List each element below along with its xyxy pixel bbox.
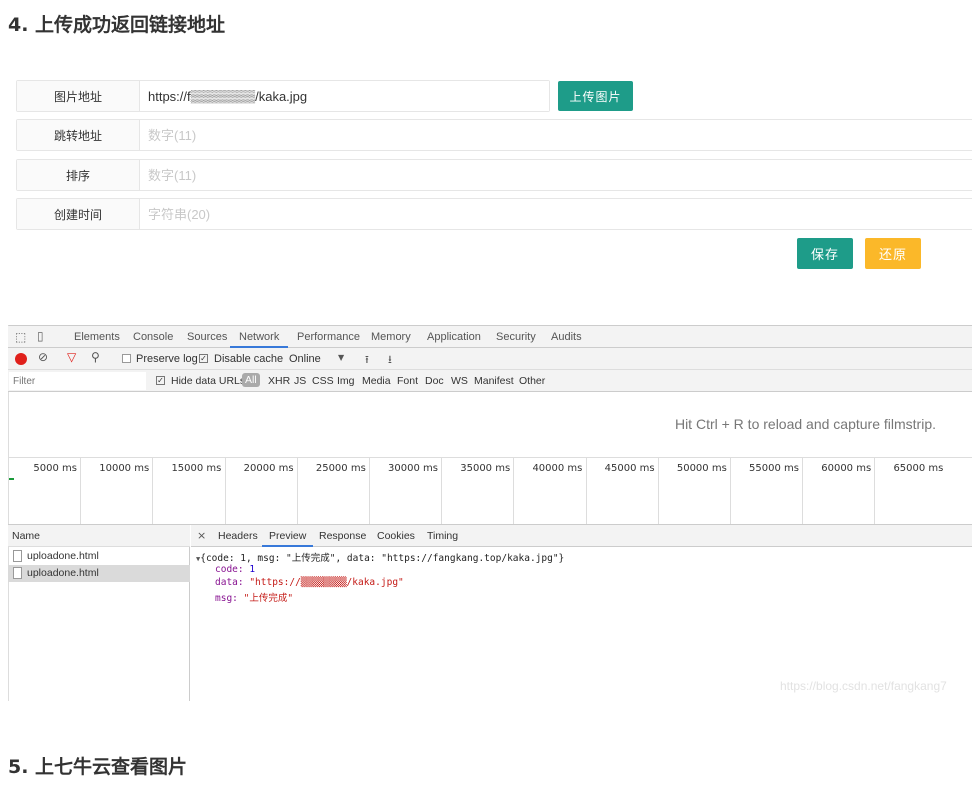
timeline-tick: 5000 ms [8,457,80,524]
tab-memory[interactable]: Memory [371,326,411,348]
export-har-icon[interactable]: ⭳ [388,351,392,370]
request-row-selected[interactable]: uploadone.html [8,565,190,582]
jump-url-input[interactable] [140,120,972,150]
preview-summary[interactable]: ▼{code: 1, msg: "上传完成", data: "https://f… [196,550,564,564]
detail-tab-headers[interactable]: Headers [218,530,258,542]
timeline-tick-label: 55000 ms [749,463,799,474]
filter-icon[interactable]: ▽ [67,350,76,364]
type-filter-font[interactable]: Font [397,375,418,387]
timeline-tick-label: 25000 ms [315,463,366,474]
preserve-log-checkbox[interactable] [122,354,131,363]
form-row-jump-url: 跳转地址 [16,119,972,151]
type-filter-ws[interactable]: WS [451,375,468,387]
close-icon[interactable]: × [197,529,206,542]
type-filter-xhr[interactable]: XHR [268,375,290,387]
type-filter-other[interactable]: Other [519,375,545,387]
preview-msg: msg: "上传完成" [215,593,294,604]
tab-elements[interactable]: Elements [74,326,120,348]
request-name: uploadone.html [27,567,99,579]
image-url-input[interactable] [140,81,549,111]
disable-cache-label: Disable cache [214,353,284,365]
form-row-created-time: 创建时间 [16,198,972,230]
timeline-tick: 10000 ms [80,457,152,524]
sort-input[interactable] [140,160,972,190]
disable-cache-checkbox[interactable]: ✓ [199,354,208,363]
record-icon[interactable] [15,353,27,365]
throttle-select[interactable]: Online [289,353,321,365]
detail-tab-response[interactable]: Response [319,530,366,542]
search-icon[interactable]: ⚲ [91,350,100,364]
field-label: 跳转地址 [17,120,140,150]
timeline-tick: 35000 ms [441,457,513,524]
name-column-header[interactable]: Name [8,525,190,547]
document-icon [13,550,22,562]
filmstrip-message: Hit Ctrl + R to reload and capture films… [674,416,936,432]
type-filter-all[interactable]: All [242,373,260,387]
timeline-tick: 30000 ms [369,457,441,524]
device-toggle-icon[interactable]: ▯ [37,329,44,343]
timeline-tick-label: 5000 ms [33,463,77,474]
document-icon [13,567,22,579]
timeline-tick: 15000 ms [152,457,224,524]
tab-network[interactable]: Network [230,326,289,348]
timeline-tick-label: 35000 ms [460,463,511,474]
timeline-tick: 50000 ms [657,457,730,524]
timeline-tick-label: 30000 ms [388,463,438,474]
tab-security[interactable]: Security [496,326,536,348]
preview-code: code: 1 [215,564,256,575]
import-har-icon[interactable]: ⭱ [365,351,369,370]
timeline-tick: 65000 ms [874,457,946,524]
detail-tab-preview[interactable]: Preview [262,525,314,547]
tab-audits[interactable]: Audits [551,326,582,348]
type-filter-manifest[interactable]: Manifest [474,375,514,387]
form-row-sort: 排序 [16,159,972,191]
hide-data-urls-label: Hide data URLs [171,375,246,387]
section-heading-4: 4. 上传成功返回链接地址 [8,14,226,36]
request-name: uploadone.html [27,550,99,562]
save-button[interactable]: 保存 [797,238,853,269]
tab-console[interactable]: Console [133,326,173,348]
watermark: https://blog.csdn.net/fangkang7 [780,679,947,693]
detail-tab-cookies[interactable]: Cookies [377,530,415,542]
inspect-icon[interactable]: ⬚ [15,330,26,344]
type-filter-img[interactable]: Img [337,375,355,387]
timeline-tick-label: 40000 ms [532,463,583,474]
clear-icon[interactable]: ⊘ [38,350,48,364]
timeline-tick: 25000 ms [296,457,369,524]
timeline-tick: 40000 ms [513,457,585,524]
timeline-tick: 20000 ms [224,457,297,524]
tab-application[interactable]: Application [427,326,481,348]
timeline-tick-label: 15000 ms [171,463,222,474]
restore-button[interactable]: 还原 [865,238,921,269]
timeline-tick: 45000 ms [585,457,658,524]
hide-data-urls-checkbox[interactable]: ✓ [156,376,165,385]
type-filter-css[interactable]: CSS [312,375,334,387]
preview-data: data: "https://▒▒▒▒▒▒▒▒/kaka.jpg" [215,577,404,588]
detail-tab-timing[interactable]: Timing [427,530,458,542]
timeline-tick-label: 20000 ms [243,463,294,474]
created-time-input[interactable] [140,199,972,229]
filter-input[interactable] [9,372,146,390]
timeline-tick-label: 50000 ms [676,463,727,474]
timeline-tick: 60000 ms [802,457,874,524]
section-heading-5: 5. 上七牛云查看图片 [8,756,188,778]
timeline-tick-label: 60000 ms [821,463,872,474]
type-filter-media[interactable]: Media [362,375,391,387]
tab-performance[interactable]: Performance [297,326,360,348]
field-label: 创建时间 [17,199,140,229]
timeline-tick: 55000 ms [730,457,802,524]
request-row[interactable]: uploadone.html [8,548,190,565]
field-label: 排序 [17,160,140,190]
field-label: 图片地址 [17,81,140,111]
timeline-tick-label: 45000 ms [604,463,655,474]
timeline-tick-label: 65000 ms [893,463,944,474]
upload-image-button[interactable]: 上传图片 [558,81,633,111]
tab-sources[interactable]: Sources [187,326,227,348]
timeline-tick-label: 10000 ms [99,463,150,474]
type-filter-js[interactable]: JS [294,375,306,387]
chevron-down-icon[interactable]: ▼ [338,353,344,362]
form-row-image-url: 图片地址 [16,80,550,112]
type-filter-doc[interactable]: Doc [425,375,444,387]
preserve-log-label: Preserve log [136,353,198,365]
